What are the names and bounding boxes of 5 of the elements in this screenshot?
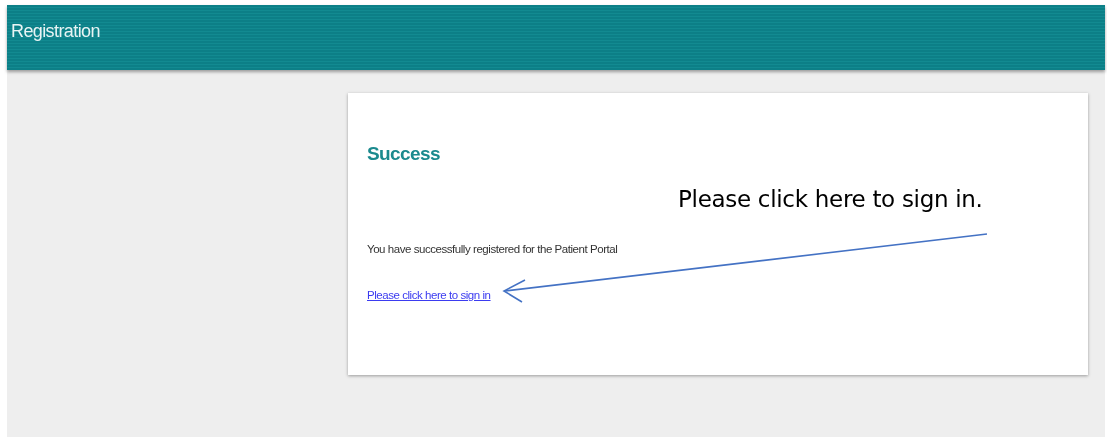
success-message: You have successfully registered for the Patient Portal xyxy=(367,243,618,255)
card-heading: Success xyxy=(367,143,440,165)
sign-in-link[interactable]: Please click here to sign in xyxy=(367,289,491,301)
page-title: Registration xyxy=(11,21,100,42)
annotation-text: Please click here to sign in. xyxy=(678,186,983,212)
